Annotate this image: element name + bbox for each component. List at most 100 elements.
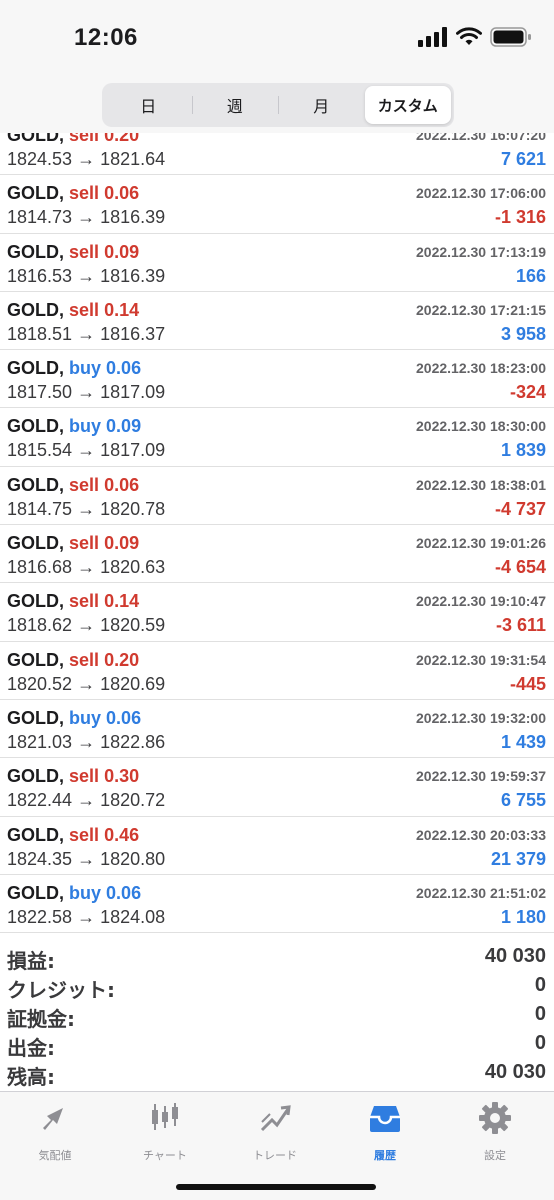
deal-row[interactable]: GOLD, sell 0.09 1816.53 → 1816.39 2022.12.… — [0, 234, 554, 292]
deal-row[interactable]: GOLD, sell 0.06 1814.73 → 1816.39 2022.12.… — [0, 175, 554, 234]
deal-prices: 1817.50 → 1817.09 — [7, 382, 166, 403]
deal-prices: 1820.52 → 1820.69 — [7, 673, 166, 694]
deal-profit: 21 379 — [490, 848, 546, 869]
battery-icon — [490, 27, 531, 47]
symbol-name: GOLD, — [7, 824, 64, 845]
segment-3[interactable]: カスタム — [364, 86, 451, 124]
deal-side: sell — [69, 183, 100, 204]
symbol-name: GOLD, — [7, 358, 64, 379]
deal-volume: 0.06 — [106, 358, 142, 379]
deal-side: buy — [69, 882, 102, 903]
symbol-name: GOLD, — [7, 299, 64, 320]
deal-row[interactable]: GOLD, sell 0.30 1822.44 → 1820.72 2022.12.… — [0, 758, 554, 817]
deal-symbol: GOLD, sell 0.30 — [7, 766, 139, 787]
deal-time: 2022.12.30 19:31:54 — [416, 651, 546, 668]
deal-time: 2022.12.30 18:38:01 — [416, 476, 546, 493]
deal-row[interactable]: GOLD, sell 0.14 1818.62 → 1820.59 2022.12.… — [0, 583, 554, 642]
deal-side: sell — [69, 824, 100, 845]
symbol-name: GOLD, — [7, 241, 64, 262]
deal-profit: 1 439 — [500, 731, 546, 752]
deal-volume: 0.06 — [106, 707, 142, 728]
deal-symbol: GOLD, sell 0.06 — [7, 183, 139, 204]
status-bar: 12:06 — [0, 0, 554, 76]
home-indicator[interactable] — [176, 1184, 376, 1190]
deal-time: 2022.12.30 18:30:00 — [416, 418, 546, 435]
deal-profit: 166 — [515, 265, 546, 286]
summary-label: 残高: — [7, 1065, 55, 1089]
tab-trade[interactable]: トレード — [220, 1100, 330, 1163]
segment-2[interactable]: 月 — [278, 86, 365, 124]
tab-label: 設定 — [484, 1149, 506, 1162]
deal-volume: 0.06 — [104, 474, 140, 495]
deal-volume: 0.30 — [104, 766, 140, 787]
deal-row[interactable]: GOLD, buy 0.09 1815.54 → 1817.09 2022.12.3… — [0, 408, 554, 467]
summary-value: 0 — [534, 1032, 546, 1054]
tab-quotes[interactable]: 気配値 — [0, 1100, 110, 1163]
tab-label: トレード — [253, 1149, 297, 1162]
tab-settings[interactable]: 設定 — [440, 1100, 550, 1163]
deal-row[interactable]: GOLD, sell 0.46 1824.35 → 1820.80 2022.12.… — [0, 817, 554, 875]
period-segmented-control[interactable]: 日週月カスタム — [102, 83, 454, 127]
deal-side: sell — [69, 474, 100, 495]
deal-symbol: GOLD, buy 0.06 — [7, 708, 141, 729]
summary-value: 0 — [534, 974, 546, 996]
deal-row[interactable]: GOLD, sell 0.06 1814.75 → 1820.78 2022.12.… — [0, 467, 554, 526]
summary-row: クレジット: 0 — [0, 971, 554, 1002]
deal-row[interactable]: GOLD, buy 0.06 1822.58 → 1824.08 2022.12.3… — [0, 875, 554, 934]
settings-icon — [479, 1102, 511, 1134]
deal-row[interactable]: GOLD, buy 0.06 1817.50 → 1817.09 2022.12.3… — [0, 350, 554, 409]
summary-label: 出金: — [7, 1036, 55, 1060]
chart-icon — [152, 1103, 178, 1130]
summary-value: 40 030 — [484, 945, 546, 967]
deal-profit: 7 621 — [500, 149, 546, 169]
deal-symbol: GOLD, buy 0.06 — [7, 358, 141, 379]
deal-prices: 1814.75 → 1820.78 — [7, 498, 166, 519]
deal-profit: 1 839 — [500, 440, 546, 461]
summary-row: 証拠金: 0 — [0, 1000, 554, 1031]
symbol-name: GOLD, — [7, 591, 64, 612]
deal-profit: -4 654 — [494, 557, 546, 578]
symbol-name: GOLD, — [7, 766, 64, 787]
symbol-name: GOLD, — [7, 533, 64, 554]
summary-value: 40 030 — [484, 1061, 546, 1083]
summary-value: 0 — [534, 1003, 546, 1025]
symbol-name: GOLD, — [7, 649, 64, 670]
deal-symbol: GOLD, sell 0.14 — [7, 591, 139, 612]
deal-side: sell — [69, 649, 100, 670]
deal-symbol: GOLD, sell 0.06 — [7, 475, 139, 496]
deal-volume: 0.06 — [106, 882, 142, 903]
deal-prices: 1818.51 → 1816.37 — [7, 323, 166, 344]
tab-history[interactable]: 履歴 — [330, 1100, 440, 1163]
deal-list[interactable]: GOLD, sell 0.20 1824.53 → 1821.64 2022.12.… — [0, 121, 554, 934]
segment-0[interactable]: 日 — [105, 86, 192, 124]
deal-symbol: GOLD, sell 0.09 — [7, 242, 139, 263]
deal-time: 2022.12.30 19:32:00 — [416, 709, 546, 726]
symbol-name: GOLD, — [7, 474, 64, 495]
deal-prices: 1815.54 → 1817.09 — [7, 440, 166, 461]
deal-row[interactable]: GOLD, sell 0.20 1820.52 → 1820.69 2022.12.… — [0, 642, 554, 700]
deal-row[interactable]: GOLD, buy 0.06 1821.03 → 1822.86 2022.12.3… — [0, 700, 554, 759]
tab-label: 気配値 — [38, 1149, 72, 1162]
deal-volume: 0.06 — [104, 183, 140, 204]
deal-profit: 3 958 — [500, 323, 546, 344]
tab-chart[interactable]: チャート — [110, 1100, 220, 1163]
deal-profit: -1 316 — [494, 207, 546, 228]
deal-profit: -445 — [509, 673, 546, 694]
symbol-name: GOLD, — [7, 416, 64, 437]
summary-label: 損益: — [7, 949, 55, 973]
header: 12:06 日週月カスタム — [0, 0, 554, 133]
summary-row: 損益: 40 030 — [0, 942, 554, 973]
deal-row[interactable]: GOLD, sell 0.14 1818.51 → 1816.37 2022.12.… — [0, 292, 554, 351]
deal-side: sell — [69, 241, 100, 262]
segment-1[interactable]: 週 — [191, 86, 279, 124]
deal-volume: 0.09 — [104, 241, 140, 262]
deal-symbol: GOLD, sell 0.20 — [7, 650, 139, 671]
deal-time: 2022.12.30 17:21:15 — [416, 301, 546, 318]
deal-volume: 0.14 — [104, 299, 140, 320]
deal-time: 2022.12.30 20:03:33 — [416, 826, 546, 843]
summary-label: 証拠金: — [7, 1007, 75, 1031]
status-time: 12:06 — [74, 24, 138, 51]
history-icon — [370, 1106, 400, 1132]
deal-row[interactable]: GOLD, sell 0.09 1816.68 → 1820.63 2022.12.… — [0, 525, 554, 584]
tab-label: 履歴 — [374, 1149, 396, 1162]
